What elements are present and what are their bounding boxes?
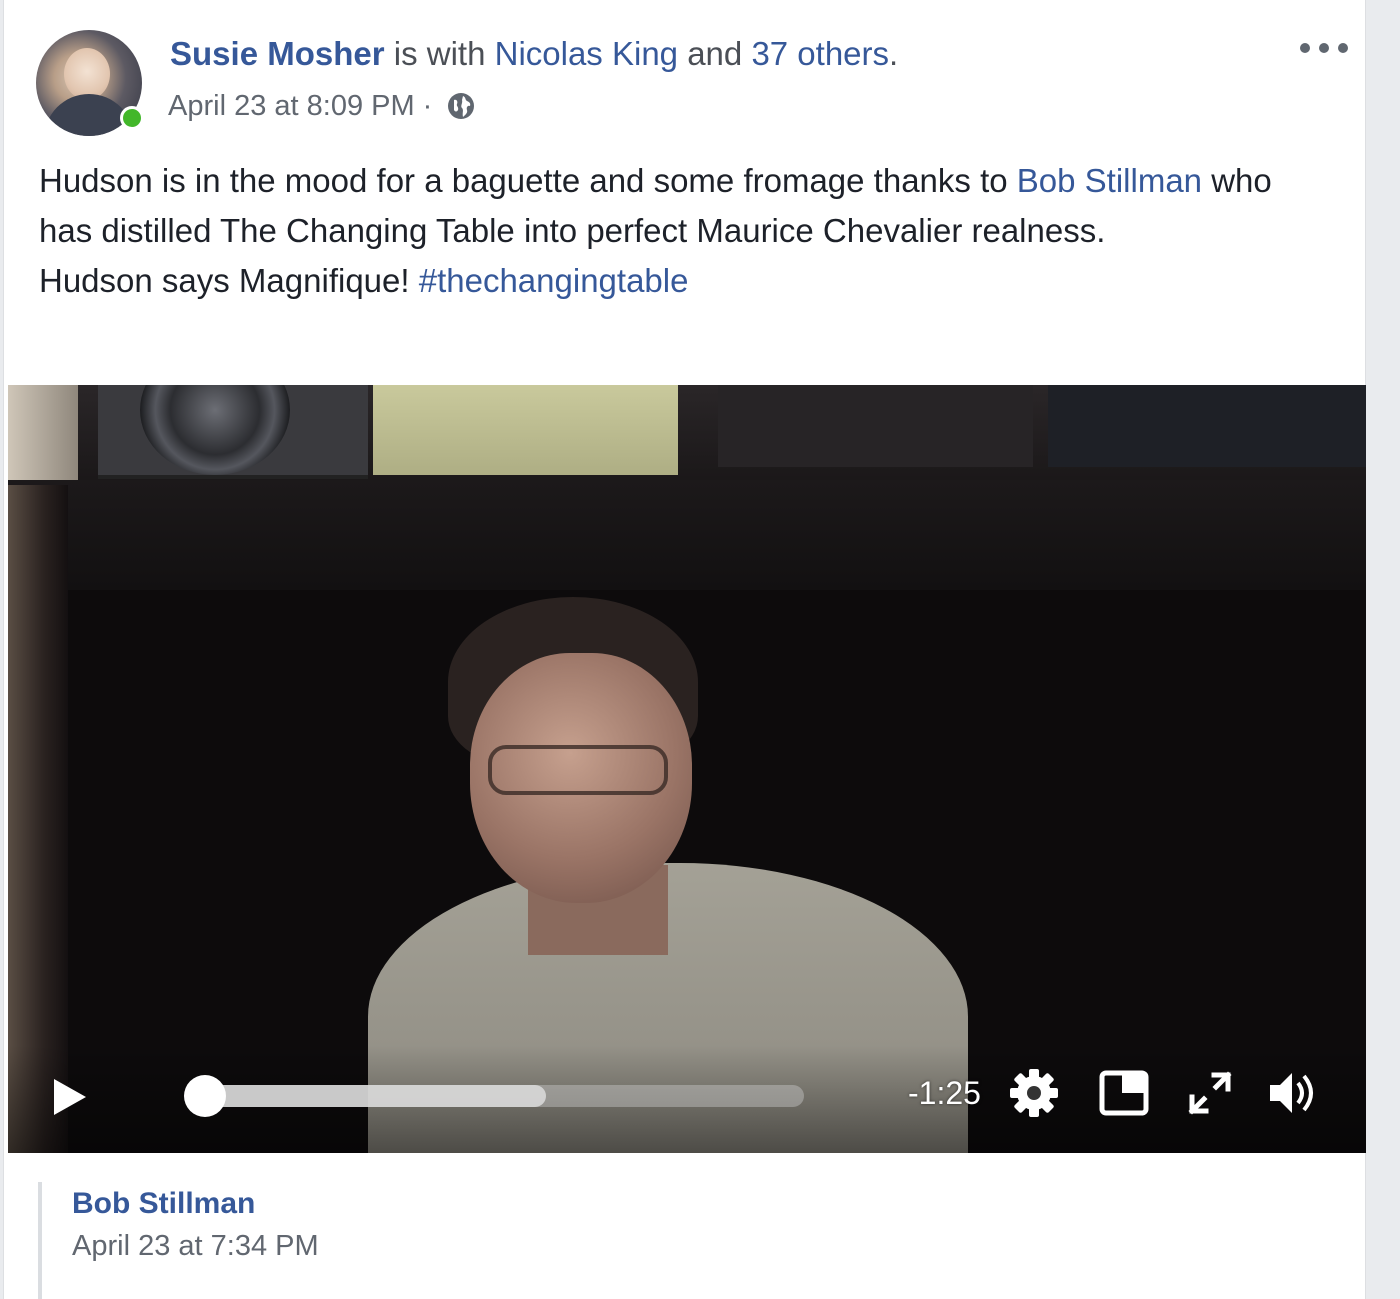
post-text: Hudson is in the mood for a baguette and… — [39, 156, 1329, 306]
fullscreen-icon[interactable] — [1182, 1065, 1238, 1121]
play-icon[interactable] — [50, 1075, 90, 1119]
others-link[interactable]: 37 others — [751, 35, 889, 72]
more-dot — [1319, 43, 1329, 53]
post-timestamp[interactable]: April 23 at 8:09 PM — [168, 88, 415, 124]
mention-link[interactable]: Bob Stillman — [1017, 162, 1202, 199]
time-remaining: -1:25 — [908, 1075, 981, 1111]
video-scene-box — [718, 385, 1033, 467]
video-scene-box — [1048, 385, 1368, 467]
header-period: . — [889, 35, 899, 72]
page-background-strip — [1366, 0, 1400, 1299]
more-options-icon[interactable] — [1300, 36, 1348, 60]
video-person-glasses — [488, 745, 668, 795]
post-card: Susie Mosher is with Nicolas King and 37… — [3, 0, 1369, 1299]
post-text-start: Hudson is in the mood for a baguette and… — [39, 162, 1017, 199]
more-dot — [1338, 43, 1348, 53]
online-status-indicator — [120, 106, 144, 130]
and-text: and — [678, 35, 752, 72]
hashtag-link[interactable]: #thechangingtable — [419, 262, 689, 299]
video-scene-speaker — [98, 385, 368, 479]
progress-buffered — [204, 1085, 546, 1107]
shared-author-link[interactable]: Bob Stillman — [72, 1184, 319, 1224]
globe-icon[interactable] — [446, 91, 476, 121]
page: Susie Mosher is with Nicolas King and 37… — [0, 0, 1400, 1299]
post-text-line2: Hudson says Magnifique! — [39, 262, 419, 299]
settings-gear-icon[interactable] — [1006, 1065, 1062, 1121]
with-text: is with — [384, 35, 495, 72]
author-name-link[interactable]: Susie Mosher — [170, 35, 385, 72]
post-meta: April 23 at 8:09 PM · — [168, 88, 476, 124]
tagged-person-link[interactable]: Nicolas King — [495, 35, 678, 72]
meta-separator: · — [422, 90, 433, 122]
video-scene-box — [373, 385, 678, 475]
volume-icon[interactable] — [1266, 1065, 1322, 1121]
video-player[interactable]: -1:25 — [8, 385, 1369, 1153]
post-header: Susie Mosher is with Nicolas King and 37… — [170, 33, 898, 75]
more-dot — [1300, 43, 1310, 53]
shared-timestamp[interactable]: April 23 at 7:34 PM — [72, 1226, 319, 1266]
progress-bar[interactable] — [204, 1085, 804, 1107]
video-scene-light — [8, 385, 78, 485]
post-paragraph-2: Hudson says Magnifique! #thechangingtabl… — [39, 256, 1329, 306]
video-scene-board — [8, 480, 1369, 590]
shared-attribution: Bob Stillman April 23 at 7:34 PM — [38, 1182, 319, 1299]
progress-scrubber[interactable] — [184, 1075, 226, 1117]
speaker-cone — [140, 385, 290, 475]
picture-in-picture-icon[interactable] — [1096, 1065, 1152, 1121]
avatar-face — [64, 48, 110, 100]
post-paragraph-1: Hudson is in the mood for a baguette and… — [39, 156, 1329, 256]
